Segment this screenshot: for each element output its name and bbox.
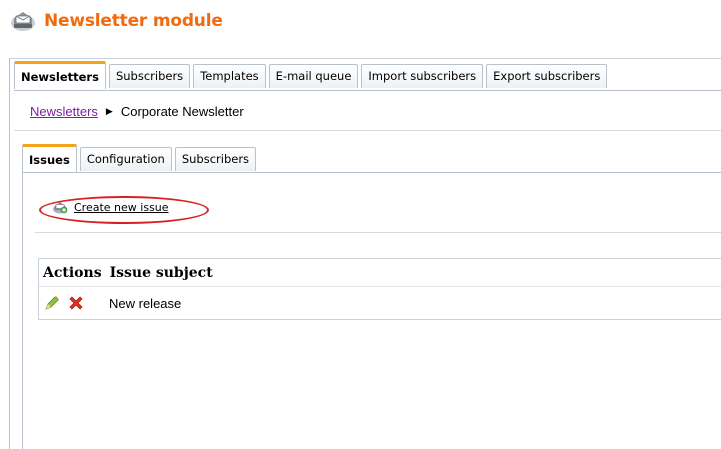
breadcrumb-newsletters-link[interactable]: Newsletters [30, 104, 98, 119]
create-new-issue-label: Create new issue [74, 200, 169, 214]
issue-tabs: Issues Configuration Subscribers [22, 143, 259, 172]
tab-export-subscribers[interactable]: Export subscribers [486, 64, 608, 88]
create-new-issue-button[interactable]: Create new issue [52, 200, 169, 214]
grid-header: Actions Issue subject [39, 259, 721, 287]
breadcrumb-arrow-icon: ▶ [105, 106, 113, 116]
breadcrumb: Newsletters ▶ Corporate Newsletter [30, 104, 244, 119]
page-title: Newsletter module [44, 11, 223, 31]
tab-subscribers[interactable]: Subscribers [108, 64, 191, 88]
tab-email-queue[interactable]: E-mail queue [268, 64, 359, 88]
table-row: New release [39, 287, 721, 319]
row-actions [43, 294, 109, 312]
tab-issues[interactable]: Issues [22, 144, 77, 172]
tab-configuration[interactable]: Configuration [79, 147, 172, 171]
edit-pencil-icon[interactable] [43, 294, 61, 312]
tab-newsletters[interactable]: Newsletters [14, 61, 106, 89]
page-header: Newsletter module [10, 6, 223, 36]
new-issue-icon [53, 202, 68, 214]
column-actions: Actions [43, 265, 102, 281]
issues-grid: Actions Issue subject New release [38, 258, 721, 320]
breadcrumb-current: Corporate Newsletter [120, 104, 244, 119]
delete-icon[interactable] [67, 294, 85, 312]
tab-divider [14, 90, 721, 91]
newsletter-icon [11, 12, 35, 31]
tab-issue-subscribers[interactable]: Subscribers [174, 147, 257, 171]
actions-divider [35, 232, 721, 233]
tab-import-subscribers[interactable]: Import subscribers [361, 64, 484, 88]
breadcrumb-divider [14, 130, 721, 131]
main-tabs: Newsletters Subscribers Templates E-mail… [14, 60, 610, 89]
tab-templates[interactable]: Templates [193, 64, 266, 88]
column-issue-subject: Issue subject [109, 265, 213, 281]
issue-subject: New release [109, 295, 182, 311]
